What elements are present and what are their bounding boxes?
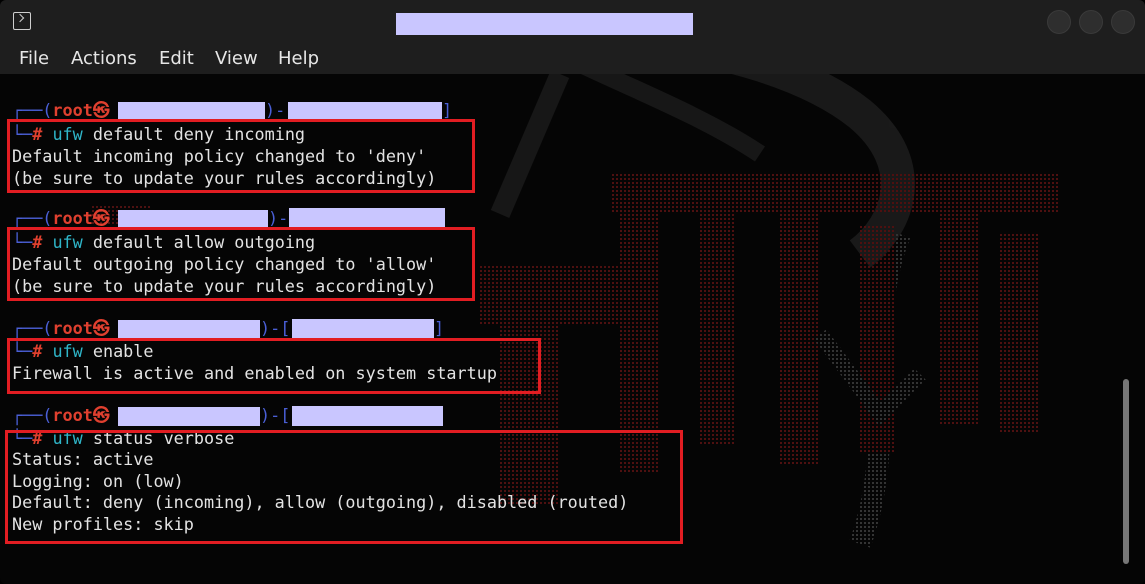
- scrollbar-thumb[interactable]: [1123, 379, 1129, 564]
- prompt-bracket-end: ]: [442, 100, 453, 120]
- prompt-user: root㉿: [52, 318, 110, 338]
- prompt-user: root㉿: [52, 208, 110, 228]
- highlight-box-3: [7, 338, 541, 394]
- prompt-user: root㉿: [52, 405, 110, 425]
- prompt-bracket: )-[: [260, 318, 291, 338]
- terminal-output-area[interactable]: ┌──(root㉿ )-[ ] └─# ufw default deny inc…: [0, 74, 1145, 584]
- terminal-window: File Actions Edit View Help ┌──(root㉿)-…: [0, 0, 1145, 584]
- prompt-line-3: ┌──(root㉿: [12, 318, 110, 338]
- path-redacted: [292, 406, 443, 426]
- prompt-bracket: )-[: [260, 405, 291, 425]
- path-redacted: [289, 208, 445, 229]
- menu-edit[interactable]: Edit: [159, 47, 194, 71]
- prompt-corner-glyph: ┌──(: [12, 100, 53, 120]
- terminal-icon: [13, 12, 31, 30]
- prompt-line-2: ┌──(root㉿: [12, 208, 110, 228]
- prompt-user: root㉿: [52, 100, 110, 120]
- menu-actions[interactable]: Actions: [71, 47, 137, 71]
- highlight-box-1: [7, 119, 475, 193]
- prompt-corner-glyph: ┌──(: [12, 318, 53, 338]
- hostname-redacted: [118, 320, 260, 339]
- menu-bar: File Actions Edit View Help: [0, 44, 1145, 74]
- window-title-redacted: [396, 13, 693, 35]
- menu-help[interactable]: Help: [278, 47, 319, 71]
- prompt-line-1: ┌──(root㉿: [12, 100, 110, 120]
- path-redacted: [292, 319, 434, 339]
- menu-view[interactable]: View: [215, 47, 258, 71]
- close-button[interactable]: [1111, 10, 1135, 34]
- prompt-chevron-mark: [15, 13, 25, 23]
- hostname-redacted: [118, 407, 260, 426]
- scrollbar-track[interactable]: [1133, 74, 1145, 584]
- menu-file[interactable]: File: [19, 47, 49, 71]
- highlight-box-4: [5, 430, 683, 544]
- highlight-box-2: [7, 227, 475, 301]
- prompt-line-4: ┌──(root㉿: [12, 405, 110, 425]
- prompt-corner-glyph: ┌──(: [12, 208, 53, 228]
- maximize-button[interactable]: [1079, 10, 1103, 34]
- prompt-bracket-end: ]: [434, 318, 445, 338]
- title-bar[interactable]: [0, 0, 1145, 44]
- prompt-corner-glyph: ┌──(: [12, 405, 53, 425]
- minimize-button[interactable]: [1047, 10, 1071, 34]
